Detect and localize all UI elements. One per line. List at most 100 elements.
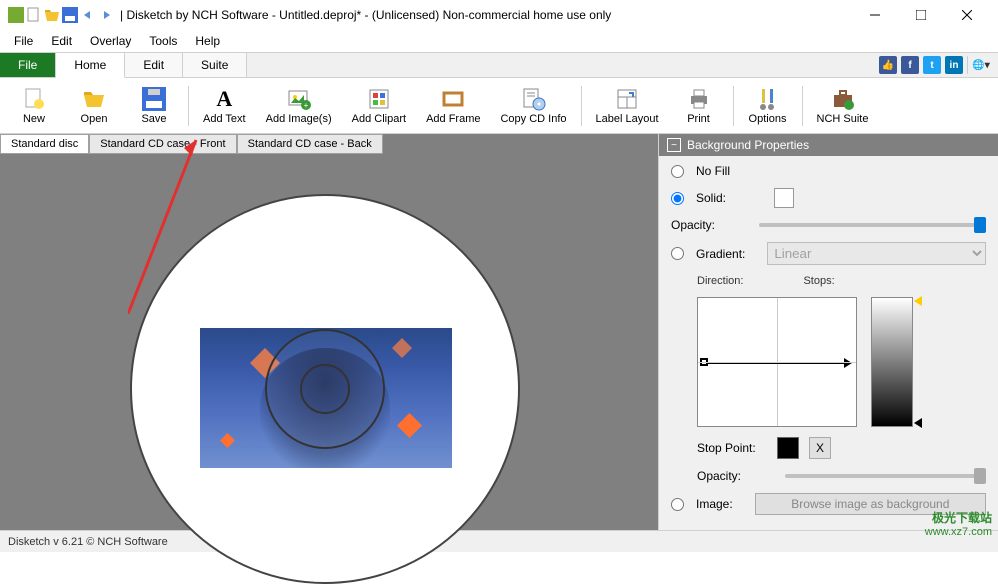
delete-stop-button[interactable]: X <box>809 437 831 459</box>
undo-icon[interactable] <box>80 7 96 23</box>
redo-icon[interactable] <box>98 7 114 23</box>
print-icon <box>687 87 711 111</box>
open-label: Open <box>81 113 108 125</box>
add-text-label: Add Text <box>203 113 246 125</box>
direction-label: Direction: <box>697 275 743 287</box>
add-frame-label: Add Frame <box>426 113 480 125</box>
facebook-icon[interactable]: f <box>901 56 919 74</box>
menu-help[interactable]: Help <box>187 32 228 50</box>
thumbs-up-icon[interactable]: 👍 <box>879 56 897 74</box>
add-text-button[interactable]: A Add Text <box>193 85 256 127</box>
open-folder-icon[interactable] <box>44 7 60 23</box>
add-images-label: Add Image(s) <box>266 113 332 125</box>
tab-suite[interactable]: Suite <box>183 53 247 77</box>
separator <box>967 56 968 74</box>
gradient-opacity-slider[interactable] <box>785 474 986 478</box>
direction-control[interactable] <box>697 297 857 427</box>
menu-bar: File Edit Overlay Tools Help <box>0 30 998 52</box>
solid-input[interactable] <box>671 192 684 205</box>
image-input[interactable] <box>671 498 684 511</box>
tab-edit[interactable]: Edit <box>125 53 183 77</box>
gradient-type-select[interactable]: Linear <box>767 242 986 265</box>
menu-overlay[interactable]: Overlay <box>82 32 139 50</box>
gradient-radio[interactable]: Gradient: Linear <box>671 242 986 265</box>
text-icon: A <box>212 87 236 111</box>
menu-file[interactable]: File <box>6 32 41 50</box>
add-clipart-button[interactable]: Add Clipart <box>342 85 416 127</box>
menu-tools[interactable]: Tools <box>141 32 185 50</box>
properties-title: Background Properties <box>687 138 809 152</box>
options-button[interactable]: Options <box>738 85 798 127</box>
options-label: Options <box>749 113 787 125</box>
open-icon <box>82 87 106 111</box>
browse-image-button[interactable]: Browse image as background <box>755 493 986 515</box>
document-tabs: Standard disc Standard CD case - Front S… <box>0 134 383 154</box>
no-fill-label: No Fill <box>696 164 730 178</box>
new-icon <box>22 87 46 111</box>
help-dropdown-icon[interactable]: 🌐▾ <box>972 56 990 74</box>
no-fill-radio[interactable]: No Fill <box>671 164 986 178</box>
new-button[interactable]: New <box>4 85 64 127</box>
open-button[interactable]: Open <box>64 85 124 127</box>
content-area: Standard disc Standard CD case - Front S… <box>0 134 998 530</box>
solid-label: Solid: <box>696 191 726 205</box>
stop-point-label: Stop Point: <box>697 441 767 455</box>
save-button[interactable]: Save <box>124 85 184 127</box>
stop-marker-bottom[interactable] <box>914 418 922 428</box>
tab-file[interactable]: File <box>0 53 56 77</box>
svg-text:+: + <box>303 101 308 110</box>
save-label: Save <box>141 113 166 125</box>
copy-cd-info-button[interactable]: Copy CD Info <box>490 85 576 127</box>
titlebar-quick-icons <box>8 7 114 23</box>
solid-color-swatch[interactable] <box>774 188 794 208</box>
separator <box>188 86 189 126</box>
suite-icon <box>831 87 855 111</box>
label-layout-button[interactable]: Label Layout <box>586 85 669 127</box>
close-button[interactable] <box>944 0 990 30</box>
status-text: Disketch v 6.21 © NCH Software <box>8 536 168 548</box>
save-icon <box>142 87 166 111</box>
collapse-icon[interactable]: − <box>667 138 681 152</box>
nch-suite-label: NCH Suite <box>817 113 869 125</box>
images-icon: + <box>287 87 311 111</box>
add-frame-button[interactable]: Add Frame <box>416 85 490 127</box>
stops-label: Stops: <box>803 275 834 287</box>
linkedin-icon[interactable]: in <box>945 56 963 74</box>
separator <box>733 86 734 126</box>
menu-edit[interactable]: Edit <box>43 32 80 50</box>
copy-cd-label: Copy CD Info <box>500 113 566 125</box>
image-radio[interactable]: Image: Browse image as background <box>671 493 986 515</box>
canvas-area[interactable]: Standard disc Standard CD case - Front S… <box>0 134 658 530</box>
save-disk-icon[interactable] <box>62 7 78 23</box>
doc-tab-front[interactable]: Standard CD case - Front <box>89 134 236 154</box>
print-button[interactable]: Print <box>669 85 729 127</box>
status-bar: Disketch v 6.21 © NCH Software <box>0 530 998 552</box>
disc-preview[interactable] <box>130 194 520 584</box>
doc-tab-back[interactable]: Standard CD case - Back <box>237 134 383 154</box>
opacity-slider[interactable] <box>759 223 986 227</box>
cd-info-icon <box>522 87 546 111</box>
gradient-label: Gradient: <box>696 247 745 261</box>
title-bar: | Disketch by NCH Software - Untitled.de… <box>0 0 998 30</box>
tab-home[interactable]: Home <box>56 53 125 78</box>
disc-hub-inner <box>300 364 350 414</box>
gradient-input[interactable] <box>671 247 684 260</box>
maximize-button[interactable] <box>898 0 944 30</box>
add-images-button[interactable]: + Add Image(s) <box>256 85 342 127</box>
nch-suite-button[interactable]: NCH Suite <box>807 85 879 127</box>
no-fill-input[interactable] <box>671 165 684 178</box>
stop-marker-top[interactable] <box>914 296 922 306</box>
options-icon <box>756 87 780 111</box>
new-label: New <box>23 113 45 125</box>
gradient-stops-control[interactable] <box>871 297 913 427</box>
window-title: | Disketch by NCH Software - Untitled.de… <box>120 8 852 22</box>
doc-tab-disc[interactable]: Standard disc <box>0 134 89 154</box>
frame-icon <box>441 87 465 111</box>
stop-color-swatch[interactable] <box>777 437 799 459</box>
twitter-icon[interactable]: t <box>923 56 941 74</box>
solid-radio[interactable]: Solid: <box>671 188 986 208</box>
gradient-opacity-label: Opacity: <box>697 469 777 483</box>
minimize-button[interactable] <box>852 0 898 30</box>
properties-header[interactable]: − Background Properties <box>659 134 998 156</box>
new-doc-icon[interactable] <box>26 7 42 23</box>
